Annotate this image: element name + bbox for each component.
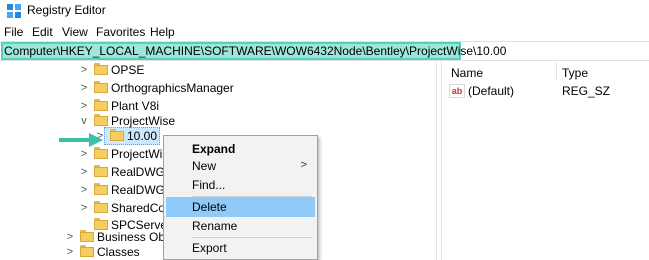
- chevron-right-icon[interactable]: >: [78, 145, 90, 163]
- menu-favorites[interactable]: Favorites: [96, 25, 145, 39]
- menu-bar: File Edit View Favorites Help: [0, 22, 649, 42]
- column-divider[interactable]: [556, 62, 557, 80]
- menu-item-label: Delete: [192, 200, 227, 214]
- address-bar[interactable]: Computer\HKEY_LOCAL_MACHINE\SOFTWARE\WOW…: [0, 41, 649, 61]
- tree-node-label: ProjectWise: [111, 114, 176, 128]
- tree-node-label: Plant V8i: [111, 99, 160, 113]
- menu-item-export[interactable]: Export: [166, 238, 315, 258]
- pane-splitter[interactable]: [436, 61, 437, 260]
- tree-node-label: ProjectWis: [111, 147, 169, 161]
- folder-icon: [94, 147, 108, 160]
- value-type: REG_SZ: [562, 84, 611, 98]
- context-menu: Expand New > Find... Delete Rename Expor…: [163, 135, 318, 260]
- chevron-right-icon[interactable]: >: [78, 181, 90, 199]
- folder-icon: [94, 99, 108, 112]
- tree-node-label: 10.00: [127, 129, 158, 143]
- folder-icon: [94, 63, 108, 76]
- folder-icon: [94, 183, 108, 196]
- folder-icon: [110, 129, 124, 142]
- menu-view[interactable]: View: [62, 25, 88, 39]
- value-name[interactable]: (Default): [468, 84, 514, 98]
- folder-icon: [80, 245, 94, 258]
- menu-item-new[interactable]: New >: [166, 156, 315, 176]
- ab-string-icon: ab: [449, 84, 465, 98]
- menu-item-find[interactable]: Find...: [166, 175, 315, 195]
- chevron-right-icon: >: [300, 159, 307, 171]
- menu-item-label: New: [192, 159, 217, 173]
- menu-item-rename[interactable]: Rename: [166, 216, 315, 236]
- column-header-name[interactable]: Name: [451, 66, 483, 80]
- folder-icon: [94, 165, 108, 178]
- chevron-right-icon[interactable]: >: [78, 61, 90, 79]
- menu-help[interactable]: Help: [150, 25, 175, 39]
- folder-icon: [80, 230, 94, 243]
- menu-edit[interactable]: Edit: [32, 25, 53, 39]
- pane-splitter-edge: [441, 61, 442, 260]
- folder-open-icon: [94, 114, 108, 127]
- tree-node-label: Classes: [97, 245, 140, 259]
- window-title: Registry Editor: [27, 3, 106, 17]
- address-path[interactable]: Computer\HKEY_LOCAL_MACHINE\SOFTWARE\WOW…: [4, 44, 506, 58]
- menu-item-label: Export: [192, 241, 227, 255]
- column-header-type[interactable]: Type: [562, 66, 588, 80]
- menu-file[interactable]: File: [4, 25, 23, 39]
- folder-icon: [94, 81, 108, 94]
- chevron-right-icon[interactable]: >: [78, 163, 90, 181]
- chevron-right-icon[interactable]: >: [78, 79, 90, 97]
- folder-icon: [94, 201, 108, 214]
- tree-node-label: OrthographicsManager: [111, 81, 234, 95]
- menu-item-delete[interactable]: Delete: [166, 197, 315, 217]
- tree-node-label: OPSE: [111, 63, 145, 77]
- menu-item-label: Expand: [192, 142, 236, 156]
- annotation-arrow-icon: [59, 133, 103, 147]
- registry-editor-icon: [7, 4, 21, 18]
- chevron-right-icon[interactable]: >: [78, 199, 90, 217]
- chevron-right-icon[interactable]: >: [64, 243, 76, 260]
- chevron-down-icon[interactable]: v: [78, 112, 90, 130]
- menu-item-label: Rename: [192, 219, 238, 233]
- title-bar: Registry Editor: [0, 0, 649, 22]
- menu-item-label: Find...: [192, 178, 226, 192]
